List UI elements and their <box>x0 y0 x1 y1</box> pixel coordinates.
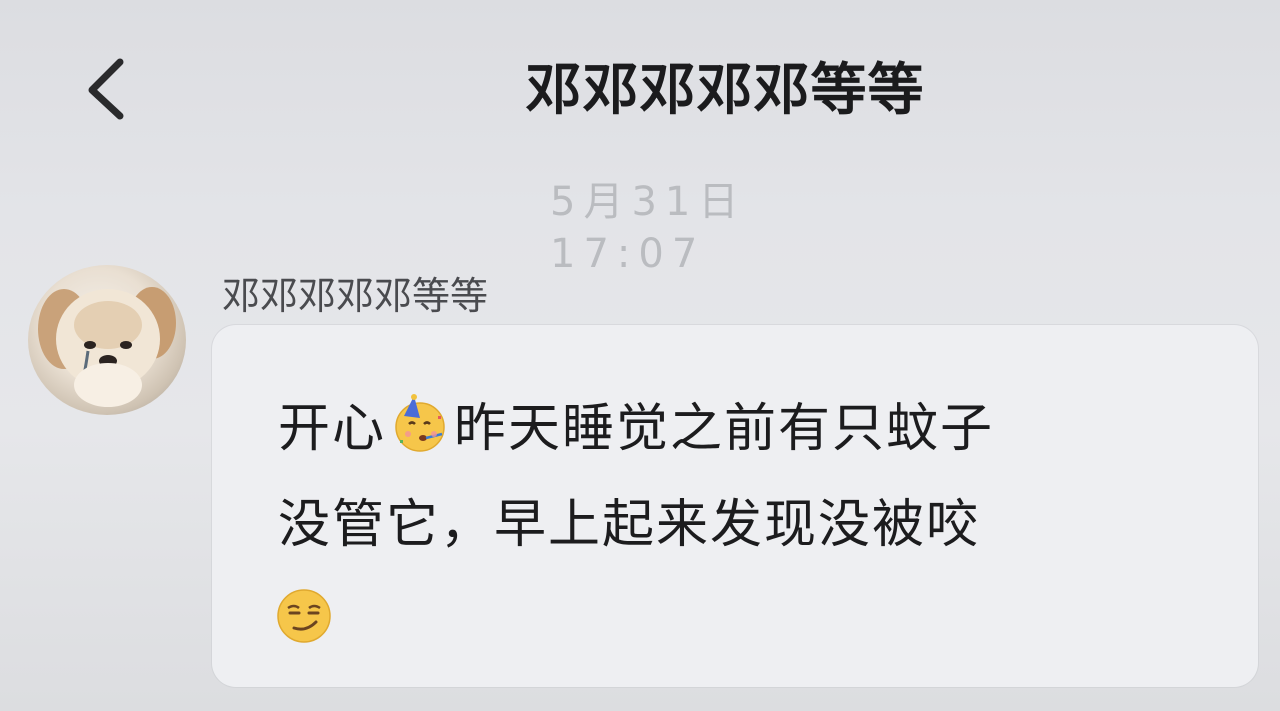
sender-name: 邓邓邓邓邓等等 <box>222 274 489 318</box>
message-timestamp: 5月31日 17:07 <box>550 179 747 277</box>
smirking-face-emoji-icon <box>274 586 334 646</box>
message-bubble[interactable]: 开心 昨天睡觉之前有只蚊子 没管它，早上起来发现没被咬 <box>212 325 1258 687</box>
message-line-2: 没管它，早上起来发现没被咬 <box>278 495 981 555</box>
message-text: 开心 昨天睡觉之前有只蚊子 没管它，早上起来发现没被咬 <box>277 381 1178 669</box>
message-line-1: 开心 昨天睡觉之前有只蚊子 <box>278 381 1178 477</box>
chat-header: 邓邓邓邓邓等等 <box>0 0 1280 180</box>
message-text-part: 昨天睡觉之前有只蚊子 <box>454 399 995 459</box>
chat-title: 邓邓邓邓邓等等 <box>525 58 925 123</box>
sender-avatar[interactable] <box>28 265 186 415</box>
partying-face-emoji-icon <box>390 394 450 454</box>
message-text-part: 开心 <box>278 399 387 459</box>
message-line-3 <box>277 573 1178 669</box>
puppy-avatar-icon <box>38 287 176 407</box>
